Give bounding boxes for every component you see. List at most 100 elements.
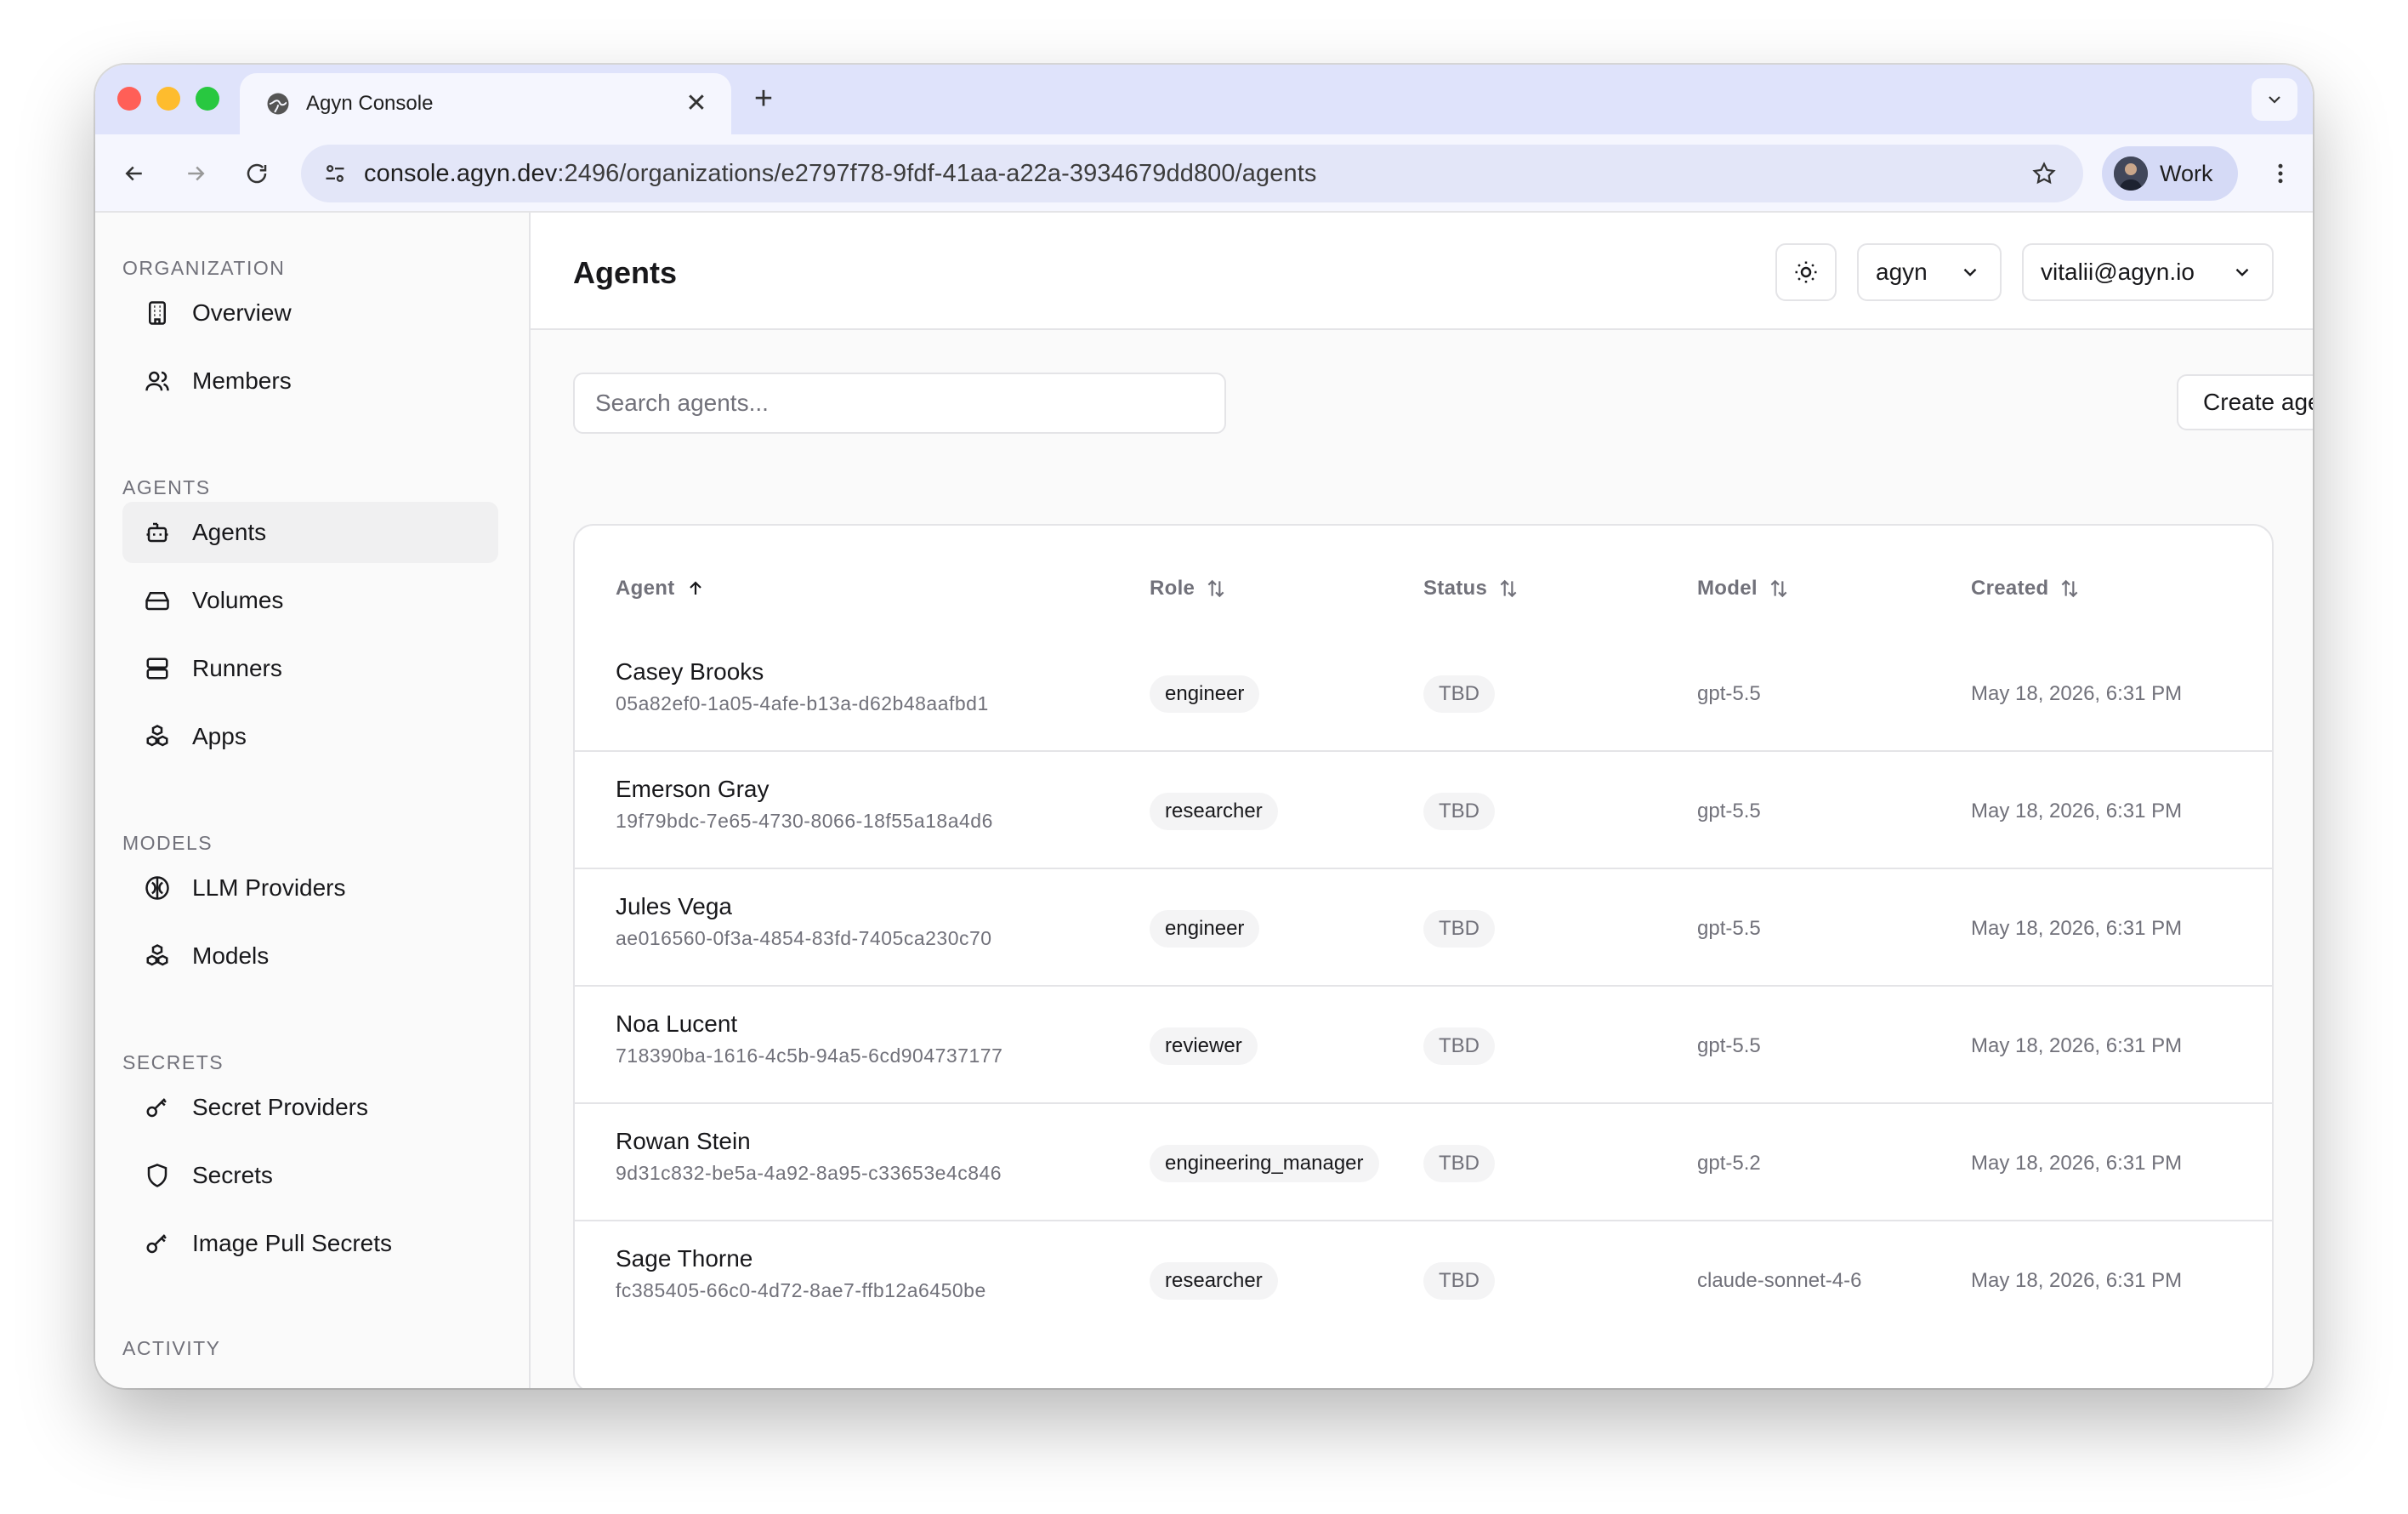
table-row[interactable]: Emerson Gray 19f79bdc-7e65-4730-8066-18f… [575,752,2272,869]
agent-id: 05a82ef0-1a05-4afe-b13a-d62b48aafbd1 [616,692,989,714]
table-row[interactable]: Sage Thorne fc385405-66c0-4d72-8ae7-ffb1… [575,1221,2272,1339]
status-badge: TBD [1423,675,1495,713]
sidebar-item-secret-providers[interactable]: Secret Providers [122,1077,498,1138]
sidebar-item-label: LLM Providers [192,874,346,901]
column-header-role[interactable]: Role [1150,577,1227,600]
model-text: gpt-5.5 [1697,917,1761,940]
table-row[interactable]: Jules Vega ae016560-0f3a-4854-83fd-7405c… [575,869,2272,987]
key-icon [143,1229,172,1258]
browser-tab[interactable]: Agyn Console ✕ [240,73,731,134]
sort-arrows-icon [1497,578,1519,600]
agent-name[interactable]: Casey Brooks [616,658,764,686]
new-tab-button[interactable]: + [747,83,781,117]
sidebar-section-activity: ACTIVITY [122,1337,221,1359]
more-vertical-icon [2278,163,2283,184]
sidebar-item-runners[interactable]: Runners [122,638,498,699]
close-tab-icon[interactable]: ✕ [684,91,709,117]
column-header-label: Model [1697,577,1758,600]
forward-button[interactable] [179,157,213,191]
role-badge: researcher [1150,793,1278,830]
search-input[interactable] [573,373,1226,434]
shield-icon [143,1161,172,1190]
page-header: Agents agyn vitalii@agyn.io [531,213,2313,330]
agent-name[interactable]: Noa Lucent [616,1010,737,1038]
sort-arrows-icon [2059,578,2081,600]
sort-arrows-icon [1205,578,1227,600]
column-header-status[interactable]: Status [1423,577,1519,600]
back-button[interactable] [117,157,151,191]
profile-button[interactable]: Work [2102,146,2238,201]
reload-button[interactable] [240,157,274,191]
status-badge: TBD [1423,910,1495,948]
role-badge: researcher [1150,1262,1278,1300]
chevron-down-icon [2269,96,2280,104]
table-header: Agent Role Status Model Created [575,577,2272,614]
sidebar-section-secrets: SECRETS [122,1051,224,1073]
minimize-window-button[interactable] [156,87,180,111]
browser-window: Agyn Console ✕ + console.agyn.dev:2496/o… [95,65,2313,1388]
column-header-agent[interactable]: Agent [616,577,706,600]
column-header-model[interactable]: Model [1697,577,1790,600]
sidebar-item-label: Volumes [192,587,284,613]
sidebar-item-apps[interactable]: Apps [122,706,498,767]
reload-icon [247,163,267,184]
user-menu-label: vitalii@agyn.io [2041,259,2195,285]
tab-search-button[interactable] [2252,78,2297,121]
url-path: :2496/organizations/e2797f78-9fdf-41aa-a… [557,159,1317,187]
chevron-down-icon [2235,268,2249,276]
chevron-down-icon [1963,268,1977,276]
key-icon [143,1093,172,1122]
sidebar-item-models[interactable]: Models [122,925,498,987]
sidebar-item-secrets[interactable]: Secrets [122,1145,498,1206]
bookmark-star-icon[interactable] [2027,157,2061,191]
table-row[interactable]: Casey Brooks 05a82ef0-1a05-4afe-b13a-d62… [575,635,2272,752]
sidebar-item-llm-providers[interactable]: LLM Providers [122,857,498,919]
address-bar[interactable]: console.agyn.dev:2496/organizations/e279… [301,145,2083,202]
agent-name[interactable]: Jules Vega [616,893,732,920]
sidebar-item-image-pull-secrets[interactable]: Image Pull Secrets [122,1213,498,1274]
tab-title: Agyn Console [306,92,434,115]
url-text: console.agyn.dev:2496/organizations/e279… [364,160,2027,188]
table-row[interactable]: Rowan Stein 9d31c832-be5a-4a92-8a95-c336… [575,1104,2272,1221]
status-badge: TBD [1423,1262,1495,1300]
profile-label: Work [2160,160,2213,186]
agent-name[interactable]: Sage Thorne [616,1245,752,1272]
avatar [2114,157,2148,191]
sidebar: ORGANIZATION Overview Members AGENTS Age… [95,213,531,1388]
agent-name[interactable]: Rowan Stein [616,1128,751,1155]
sidebar-item-volumes[interactable]: Volumes [122,570,498,631]
model-text: gpt-5.5 [1697,682,1761,705]
create-agent-button[interactable]: Create agent [2177,374,2313,430]
user-menu-select[interactable]: vitalii@agyn.io [2022,243,2274,301]
column-header-label: Status [1423,577,1488,600]
column-header-label: Role [1150,577,1195,600]
organization-select[interactable]: agyn [1857,243,2002,301]
agent-name[interactable]: Emerson Gray [616,776,770,803]
sidebar-item-agents[interactable]: Agents [122,502,498,563]
maximize-window-button[interactable] [196,87,219,111]
hard-drive-icon [143,586,172,615]
users-icon [143,367,172,396]
table-row[interactable]: Noa Lucent 718390ba-1616-4c5b-94a5-6cd90… [575,987,2272,1104]
arrow-up-icon [685,578,706,599]
browser-menu-button[interactable] [2263,157,2297,191]
main-content: Agents agyn vitalii@agyn.io Create agent [531,213,2313,1388]
theme-toggle-button[interactable] [1775,243,1837,301]
agent-id: 718390ba-1616-4c5b-94a5-6cd904737177 [616,1044,1003,1067]
status-badge: TBD [1423,793,1495,830]
sidebar-item-label: Agents [192,519,267,545]
site-settings-icon[interactable] [318,157,352,191]
column-header-created[interactable]: Created [1971,577,2081,600]
sidebar-item-overview[interactable]: Overview [122,282,498,344]
created-text: May 18, 2026, 6:31 PM [1971,682,2183,705]
column-header-label: Agent [616,577,675,600]
model-text: gpt-5.2 [1697,1152,1761,1175]
agent-id: ae016560-0f3a-4854-83fd-7405ca230c70 [616,927,992,949]
boxes-icon [143,722,172,751]
app-root: ORGANIZATION Overview Members AGENTS Age… [95,213,2313,1388]
close-window-button[interactable] [117,87,141,111]
organization-select-label: agyn [1876,259,1928,285]
sidebar-item-members[interactable]: Members [122,350,498,412]
created-text: May 18, 2026, 6:31 PM [1971,1152,2183,1175]
role-badge: engineer [1150,910,1260,948]
